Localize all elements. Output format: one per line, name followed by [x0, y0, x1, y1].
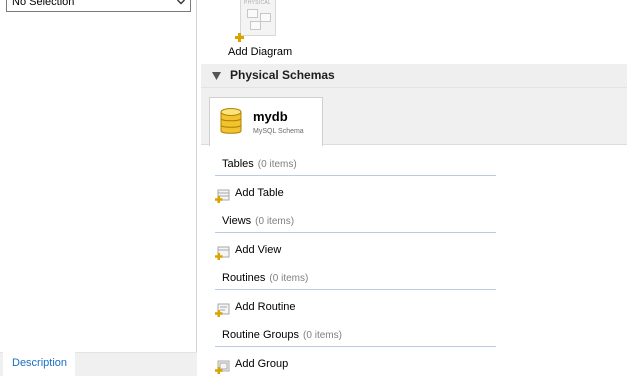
add-routine-icon [215, 303, 230, 317]
add-table-label: Add Table [235, 187, 284, 199]
diagram-thumbnail-label: PHYSICAL [244, 0, 272, 6]
left-panel-tabbar: Description [0, 352, 197, 377]
routine-groups-group-header: Routine Groups (0 items) [215, 325, 496, 347]
schema-tab-mydb[interactable]: mydb MySQL Schema [209, 97, 323, 146]
add-routine-button[interactable]: Add Routine [215, 300, 355, 318]
add-diagram-label: Add Diagram [228, 46, 293, 58]
chevron-down-icon [177, 0, 185, 5]
group-title: Views (0 items) [222, 215, 295, 227]
group-title: Tables (0 items) [222, 158, 297, 170]
left-panel: No Selection Description [0, 0, 197, 377]
add-group-label: Add Group [235, 358, 289, 370]
diagram-thumbnail-icon: PHYSICAL [240, 0, 276, 36]
schema-name: mydb [253, 109, 288, 124]
tab-description[interactable]: Description [3, 352, 75, 377]
group-count: (0 items) [257, 159, 297, 170]
physical-schemas-header[interactable]: Physical Schemas [201, 64, 627, 88]
routines-group-header: Routines (0 items) [215, 268, 496, 290]
add-table-icon [215, 189, 230, 203]
schema-tab-strip: mydb MySQL Schema [201, 88, 627, 146]
views-group-header: Views (0 items) [215, 211, 496, 233]
add-view-button[interactable]: Add View [215, 243, 355, 261]
group-count: (0 items) [269, 273, 309, 284]
add-group-icon [215, 360, 230, 374]
add-table-button[interactable]: Add Table [215, 186, 355, 204]
model-overview: PHYSICAL Add Diagram Physical Schemas my… [201, 0, 627, 376]
add-routine-label: Add Routine [235, 301, 296, 313]
tab-description-label: Description [12, 357, 68, 369]
add-view-icon [215, 246, 230, 260]
selection-dropdown-value: No Selection [12, 0, 75, 8]
database-icon [220, 108, 242, 134]
add-diagram-button[interactable]: PHYSICAL Add Diagram [228, 0, 293, 62]
group-count: (0 items) [303, 330, 342, 341]
group-title: Routines (0 items) [222, 272, 309, 284]
group-count: (0 items) [255, 216, 295, 227]
selection-dropdown[interactable]: No Selection [6, 0, 191, 12]
tables-group-header: Tables (0 items) [215, 154, 496, 176]
group-title: Routine Groups (0 items) [222, 329, 342, 341]
add-view-label: Add View [235, 244, 282, 256]
section-title: Physical Schemas [230, 68, 335, 82]
plus-icon [235, 33, 244, 42]
schema-type: MySQL Schema [253, 128, 304, 135]
triangle-down-icon[interactable] [212, 72, 221, 80]
add-group-button[interactable]: Add Group [215, 357, 355, 375]
